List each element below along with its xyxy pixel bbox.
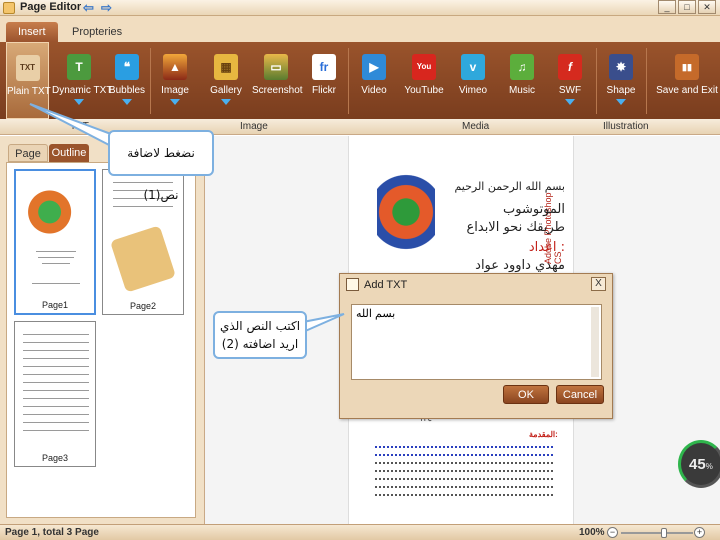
plain-txt-button[interactable]: TXT Plain TXT: [6, 42, 51, 119]
chevron-down-icon[interactable]: [170, 99, 180, 105]
annotation-callout-2: اكتب النص الذي اريد اضافته (2): [213, 311, 307, 359]
youtube-button[interactable]: You YouTube: [402, 42, 446, 119]
text-input-area[interactable]: بسم الله: [351, 304, 602, 380]
minimize-button[interactable]: _: [658, 0, 676, 14]
back-arrow-icon[interactable]: ⇦: [83, 0, 94, 16]
bubbles-icon: ❝: [115, 54, 139, 80]
scrollbar[interactable]: [591, 307, 599, 377]
zoom-slider[interactable]: [621, 532, 693, 534]
cancel-button[interactable]: Cancel: [556, 385, 604, 404]
cover-title: الموتوشوب: [503, 202, 565, 217]
chevron-down-icon[interactable]: [565, 99, 575, 105]
page-thumbnail-label: Page1: [41, 300, 69, 310]
ribbon: TXT Plain TXT T Dynamic TXT ❝ Bubbles ▲ …: [0, 42, 720, 119]
cover-basmala: بسم الله الرحمن الرحيم: [454, 180, 565, 193]
vimeo-icon: v: [461, 54, 485, 80]
cover-prepared-by: اعداد :: [528, 240, 565, 255]
group-label-txt: TXT: [70, 121, 89, 132]
music-icon: ♫: [510, 54, 534, 80]
chevron-down-icon[interactable]: [616, 99, 626, 105]
forward-arrow-icon[interactable]: ⇨: [101, 0, 112, 16]
document-icon: [346, 278, 359, 291]
gallery-icon: ▦: [214, 54, 238, 80]
page-thumbnail-label: Page2: [129, 301, 157, 311]
save-exit-icon: ▮▮: [675, 54, 699, 80]
shape-button[interactable]: ✸ Shape: [602, 42, 640, 119]
swf-button[interactable]: f SWF: [552, 42, 588, 119]
dialog-title: Add TXT: [364, 279, 408, 291]
app-icon: [3, 2, 15, 14]
group-label-illustration: Illustration: [603, 121, 649, 132]
page-thumbnail-3[interactable]: Page3: [14, 321, 96, 467]
group-label-media: Media: [462, 121, 490, 132]
scroll-art: [109, 225, 177, 293]
ribbon-divider: [348, 48, 349, 114]
ribbon-tab-bar: Insert Propteries: [0, 16, 720, 42]
title-bar: Page Editor ⇦ ⇨ _ □ ✕: [0, 0, 720, 16]
screenshot-icon: ▭: [264, 54, 288, 80]
screenshot-button[interactable]: ▭ Screenshot: [252, 42, 303, 119]
video-button[interactable]: ▶ Video: [356, 42, 392, 119]
tab-page[interactable]: Page: [8, 144, 48, 162]
zoom-level: 100%: [579, 527, 605, 538]
maximize-button[interactable]: □: [678, 0, 696, 14]
dialog-close-button[interactable]: X: [591, 277, 606, 291]
plain-txt-icon: TXT: [15, 55, 40, 81]
cover-author: مهدي داوود عواد: [475, 258, 565, 273]
status-bar: Page 1, total 3 Page 100% − +: [0, 524, 720, 540]
dynamic-txt-icon: T: [67, 54, 91, 80]
intro-heading: المقدمة:: [529, 430, 558, 439]
dynamic-txt-button[interactable]: T Dynamic TXT: [52, 42, 112, 119]
swf-icon: f: [558, 54, 582, 80]
vimeo-button[interactable]: v Vimeo: [455, 42, 491, 119]
close-button[interactable]: ✕: [698, 0, 716, 14]
tab-propteries[interactable]: Propteries: [60, 22, 134, 42]
flickr-icon: fr: [312, 54, 336, 80]
image-button[interactable]: ▲ Image: [156, 42, 194, 119]
cover-art: [24, 185, 88, 245]
page-thumbnail-label: Page3: [41, 453, 69, 463]
ribbon-divider: [150, 48, 151, 114]
progress-badge: 45%: [678, 440, 720, 488]
cover-subtitle: طريقك نحو الابداع: [466, 220, 566, 235]
zoom-out-button[interactable]: −: [607, 527, 618, 538]
tab-outline[interactable]: Outline: [49, 144, 89, 162]
window-title: Page Editor: [20, 1, 82, 13]
save-and-exit-button[interactable]: ▮▮ Save and Exit: [656, 42, 718, 119]
chevron-down-icon[interactable]: [74, 99, 84, 105]
video-icon: ▶: [362, 54, 386, 80]
page-thumbnail-1[interactable]: Page1: [14, 169, 96, 315]
zoom-in-button[interactable]: +: [694, 527, 705, 538]
chevron-down-icon[interactable]: [221, 99, 231, 105]
music-button[interactable]: ♫ Music: [504, 42, 540, 119]
page-status: Page 1, total 3 Page: [5, 527, 99, 538]
feather-art: [377, 172, 435, 272]
ribbon-divider: [596, 48, 597, 114]
group-label-image: Image: [240, 121, 268, 132]
text-input-value: بسم الله: [356, 308, 396, 320]
zoom-slider-thumb[interactable]: [661, 528, 668, 538]
ribbon-divider: [646, 48, 647, 114]
bubbles-button[interactable]: ❝ Bubbles: [108, 42, 146, 119]
image-icon: ▲: [163, 54, 187, 80]
youtube-icon: You: [412, 54, 436, 80]
chevron-down-icon[interactable]: [122, 99, 132, 105]
add-txt-dialog: Add TXT X بسم الله OK Cancel: [339, 273, 613, 419]
shape-icon: ✸: [609, 54, 633, 80]
ok-button[interactable]: OK: [503, 385, 549, 404]
annotation-callout-1: نضغط لاضافة نص(1): [108, 130, 214, 202]
gallery-button[interactable]: ▦ Gallery: [206, 42, 246, 119]
tab-insert[interactable]: Insert: [6, 22, 58, 42]
flickr-button[interactable]: fr Flickr: [306, 42, 342, 119]
